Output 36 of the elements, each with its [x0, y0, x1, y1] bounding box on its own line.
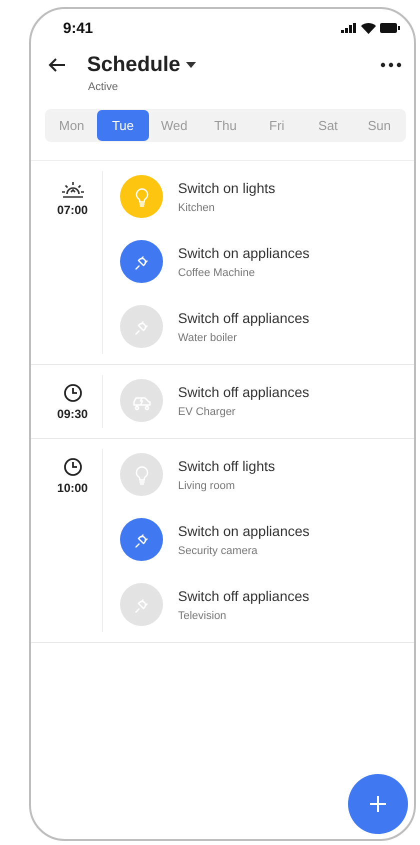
day-tab[interactable]: Wed: [148, 110, 200, 141]
action-title: Switch off lights: [178, 458, 276, 474]
day-tab[interactable]: Sun: [354, 110, 405, 141]
action-title: Switch on appliances: [178, 244, 310, 260]
clock-icon: [62, 383, 82, 403]
action-title: Switch on lights: [178, 180, 276, 196]
schedule-time: 09:30: [57, 407, 88, 421]
action-title: Switch off appliances: [178, 588, 310, 604]
device-name: Security camera: [178, 544, 258, 556]
schedule-status: Active: [88, 81, 119, 93]
signal-icon: [341, 23, 357, 33]
action-title: Switch on appliances: [178, 522, 310, 538]
device-name: Television: [178, 610, 228, 622]
device-name: EV Charger: [178, 406, 236, 418]
action-title: Switch off appliances: [178, 310, 310, 326]
day-tab[interactable]: Thu: [200, 110, 252, 141]
clock-icon: [62, 457, 82, 477]
sunrise-icon: [60, 179, 84, 199]
status-time: 9:41: [63, 20, 94, 36]
action-title: Switch off appliances: [178, 384, 310, 400]
more-button[interactable]: [380, 62, 402, 68]
wifi-icon: [361, 22, 376, 34]
device-name: Kitchen: [178, 202, 216, 214]
caret-icon[interactable]: [186, 62, 196, 68]
schedule-time: 10:00: [57, 481, 88, 495]
plus-icon: [369, 795, 387, 813]
battery-icon: [380, 23, 400, 33]
device-name: Water boiler: [178, 332, 238, 344]
day-tab[interactable]: Mon: [46, 110, 98, 141]
day-tab[interactable]: Fri: [251, 110, 302, 141]
day-tab[interactable]: Sat: [302, 110, 354, 141]
screen-title: Schedule: [87, 53, 180, 77]
device-name: Living room: [178, 480, 236, 492]
device-name: Coffee Machine: [178, 266, 256, 278]
schedule-time: 07:00: [57, 203, 88, 217]
day-tab[interactable]: Tue: [97, 110, 149, 141]
